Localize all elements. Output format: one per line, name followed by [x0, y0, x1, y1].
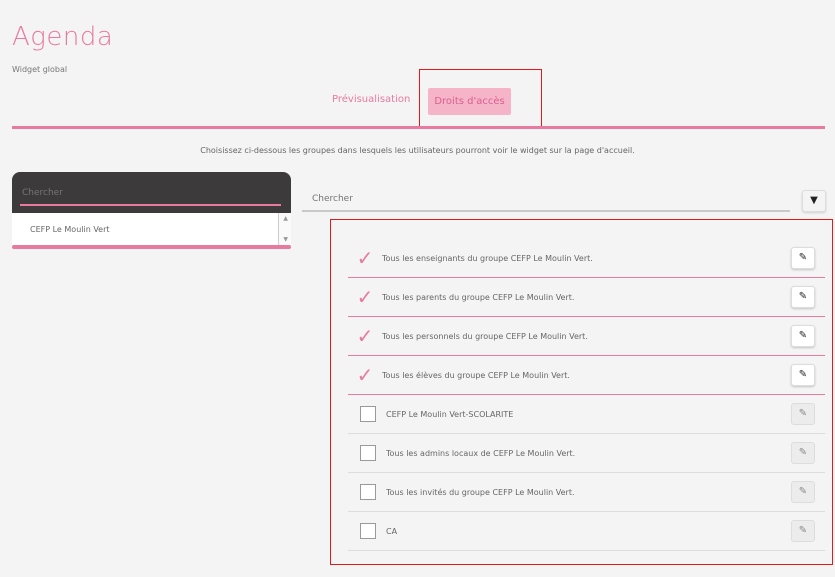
scroll-up-icon[interactable]: ▲ [283, 215, 288, 222]
groups-highlight-annotation [330, 219, 833, 565]
structure-scrollbar[interactable]: ▲ ▼ [278, 213, 291, 245]
page-title: Agenda [12, 22, 114, 52]
instructions-text: Choisissez ci-dessous les groupes dans l… [200, 146, 635, 155]
structure-search-container [12, 172, 291, 213]
group-search-input[interactable] [302, 188, 790, 212]
structure-search-input[interactable] [20, 182, 281, 206]
page-subtitle: Widget global [12, 65, 68, 74]
tab-divider [12, 126, 825, 129]
tab-highlight-annotation [419, 69, 542, 128]
filter-icon[interactable]: ▼ [802, 190, 826, 212]
structure-panel: CEFP Le Moulin Vert ▲ ▼ [12, 172, 291, 249]
structure-list-item[interactable]: CEFP Le Moulin Vert ▲ ▼ [12, 213, 291, 245]
tab-preview[interactable]: Prévisualisation [326, 86, 416, 115]
scroll-down-icon[interactable]: ▼ [283, 236, 288, 243]
structure-item-label: CEFP Le Moulin Vert [30, 224, 110, 234]
structure-panel-bottom [12, 245, 291, 249]
